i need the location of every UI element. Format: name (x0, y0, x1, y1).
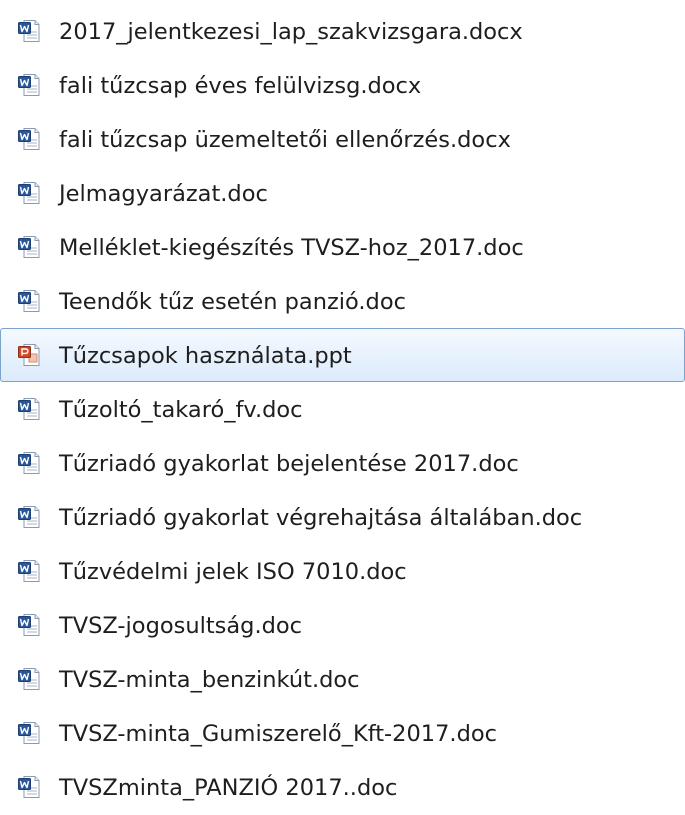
file-name: Tűzcsapok használata.ppt (59, 343, 352, 369)
file-row[interactable]: 2017_jelentkezesi_lap_szakvizsgara.docx (0, 4, 685, 58)
file-row[interactable]: Teendők tűz esetén panzió.doc (0, 274, 685, 328)
file-name: 2017_jelentkezesi_lap_szakvizsgara.docx (59, 19, 523, 45)
powerpoint-document-icon (17, 343, 41, 367)
word-document-icon (17, 19, 41, 43)
word-document-icon (17, 721, 41, 745)
file-row[interactable]: TVSZ-minta_Gumiszerelő_Kft-2017.doc (0, 706, 685, 760)
file-row[interactable]: fali tűzcsap üzemeltetői ellenőrzés.docx (0, 112, 685, 166)
word-document-icon (17, 127, 41, 151)
file-name: Teendők tűz esetén panzió.doc (59, 289, 406, 315)
file-name: Tűzoltó_takaró_fv.doc (59, 397, 303, 423)
file-row[interactable]: Jelmagyarázat.doc (0, 166, 685, 220)
word-document-icon (17, 667, 41, 691)
word-document-icon (17, 289, 41, 313)
file-row[interactable]: Melléklet-kiegészítés TVSZ-hoz_2017.doc (0, 220, 685, 274)
word-document-icon (17, 451, 41, 475)
file-name: TVSZ-minta_Gumiszerelő_Kft-2017.doc (59, 721, 498, 747)
file-name: Jelmagyarázat.doc (59, 181, 268, 207)
file-row[interactable]: Tűzoltó_takaró_fv.doc (0, 382, 685, 436)
word-document-icon (17, 181, 41, 205)
word-document-icon (17, 559, 41, 583)
file-row[interactable]: Tűzvédelmi jelek ISO 7010.doc (0, 544, 685, 598)
file-name: Melléklet-kiegészítés TVSZ-hoz_2017.doc (59, 235, 524, 261)
file-name: TVSZ-minta_benzinkút.doc (59, 667, 360, 693)
word-document-icon (17, 397, 41, 421)
file-name: TVSZminta_PANZIÓ 2017..doc (59, 775, 398, 801)
word-document-icon (17, 235, 41, 259)
word-document-icon (17, 505, 41, 529)
file-row[interactable]: TVSZ-minta_benzinkút.doc (0, 652, 685, 706)
file-name: Tűzriadó gyakorlat bejelentése 2017.doc (59, 451, 519, 477)
file-row[interactable]: Tűzcsapok használata.ppt (0, 328, 685, 382)
file-name: Tűzvédelmi jelek ISO 7010.doc (59, 559, 407, 585)
file-row[interactable]: TVSZminta_PANZIÓ 2017..doc (0, 760, 685, 814)
file-name: TVSZ-jogosultság.doc (59, 613, 303, 639)
word-document-icon (17, 73, 41, 97)
word-document-icon (17, 613, 41, 637)
file-row[interactable]: Tűzriadó gyakorlat bejelentése 2017.doc (0, 436, 685, 490)
file-row[interactable]: fali tűzcsap éves felülvizsg.docx (0, 58, 685, 112)
file-name: fali tűzcsap éves felülvizsg.docx (59, 73, 422, 99)
file-name: Tűzriadó gyakorlat végrehajtása általába… (59, 505, 583, 531)
word-document-icon (17, 775, 41, 799)
file-row[interactable]: TVSZ-jogosultság.doc (0, 598, 685, 652)
file-list: 2017_jelentkezesi_lap_szakvizsgara.docxf… (0, 4, 685, 814)
file-name: fali tűzcsap üzemeltetői ellenőrzés.docx (59, 127, 511, 153)
file-row[interactable]: Tűzriadó gyakorlat végrehajtása általába… (0, 490, 685, 544)
